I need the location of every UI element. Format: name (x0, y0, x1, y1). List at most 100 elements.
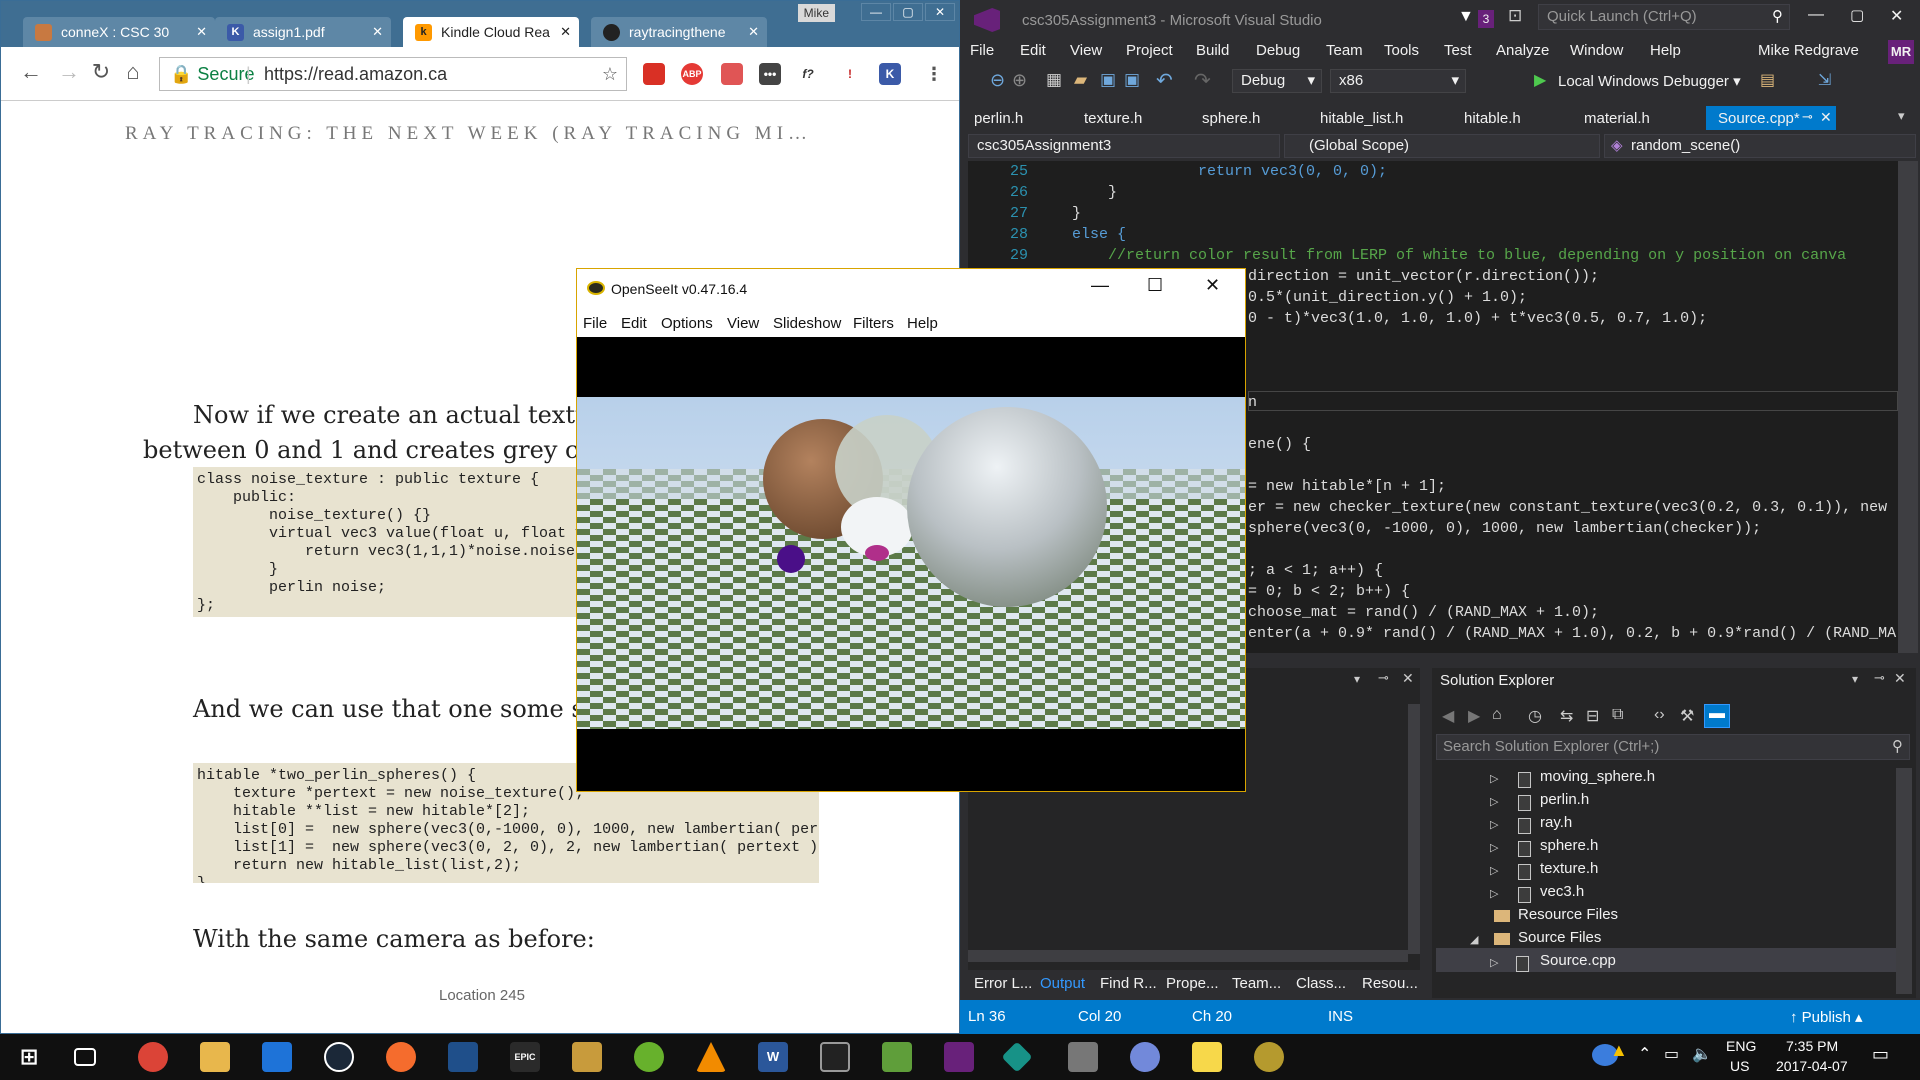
abp-icon[interactable]: ABP (681, 63, 703, 85)
tree-item[interactable]: Source Files (1518, 929, 1601, 946)
tab-texture[interactable]: texture.h (1084, 110, 1142, 127)
word-icon[interactable]: W (758, 1042, 788, 1072)
profile-button[interactable]: Mike (797, 4, 835, 22)
tab-sphere[interactable]: sphere.h (1202, 110, 1260, 127)
close-icon[interactable]: ✕ (1820, 109, 1832, 126)
preview-icon[interactable]: ▬ (1704, 704, 1730, 728)
play-icon[interactable]: ▶ (1534, 70, 1546, 90)
menu-build[interactable]: Build (1196, 42, 1229, 59)
tab-output[interactable]: Output (1040, 975, 1085, 992)
collapse-arrow-icon[interactable]: ▷ (1490, 795, 1498, 808)
expand-arrow-icon[interactable]: ◢ (1470, 933, 1478, 946)
pin-icon[interactable]: ⊸ (1874, 670, 1885, 686)
collapse-arrow-icon[interactable]: ▷ (1490, 887, 1498, 900)
reload-icon[interactable]: ↻ (89, 59, 113, 85)
alert-icon[interactable]: ! (839, 63, 861, 85)
menu-options[interactable]: Options (661, 315, 713, 332)
tree-item[interactable]: texture.h (1540, 860, 1598, 877)
minimize-icon[interactable]: — (1808, 6, 1824, 24)
minimize-icon[interactable]: — (1091, 275, 1109, 296)
avatar[interactable]: MR (1888, 40, 1914, 64)
notification-badge[interactable]: 3 (1478, 10, 1494, 28)
collapse-arrow-icon[interactable]: ▷ (1490, 956, 1498, 969)
forward-icon[interactable]: ⊕ (1012, 70, 1027, 91)
chrome-icon[interactable] (138, 1042, 168, 1072)
home-icon[interactable]: ⌂ (121, 59, 145, 85)
member-dropdown[interactable]: ◈ random_scene() (1604, 134, 1916, 158)
warning-icon[interactable]: ▲ (1610, 1040, 1628, 1061)
k-icon[interactable]: K (879, 63, 901, 85)
tab-assign1[interactable]: K assign1.pdf ✕ (215, 17, 391, 47)
toolbar-extra-icon[interactable]: ⇲ (1818, 70, 1831, 90)
editor-scrollbar[interactable] (1898, 161, 1918, 653)
menu-help[interactable]: Help (1650, 42, 1681, 59)
sync-icon[interactable]: ⇆ (1560, 706, 1573, 726)
terminal-icon[interactable] (820, 1042, 850, 1072)
language-top[interactable]: ENG (1726, 1038, 1756, 1054)
home-icon[interactable]: ⌂ (1492, 706, 1502, 724)
windows-icon[interactable]: ⊞ (14, 1042, 44, 1072)
sticky-notes-icon[interactable] (1192, 1042, 1222, 1072)
close-icon[interactable]: ✕ (1205, 275, 1220, 296)
menu-file[interactable]: File (970, 42, 994, 59)
code-icon[interactable]: ‹› (1654, 706, 1665, 724)
notification-center-icon[interactable]: ▭ (1872, 1044, 1889, 1065)
save-icon[interactable]: ▣ (1100, 70, 1116, 90)
tab-overflow-icon[interactable]: ▾ (1898, 108, 1905, 124)
menu-debug[interactable]: Debug (1256, 42, 1300, 59)
config-dropdown[interactable]: Debug ▾ (1232, 69, 1322, 93)
maximize-icon[interactable]: ☐ (1147, 275, 1163, 296)
menu-help[interactable]: Help (907, 315, 938, 332)
solution-search-input[interactable]: Search Solution Explorer (Ctrl+;) ⚲ (1436, 734, 1910, 760)
collapse-arrow-icon[interactable]: ▷ (1490, 772, 1498, 785)
output-hscrollbar[interactable] (968, 950, 1408, 962)
properties-icon[interactable]: ⚒ (1680, 706, 1694, 726)
network-icon[interactable]: ▭ (1664, 1044, 1679, 1064)
menu-window[interactable]: Window (1570, 42, 1623, 59)
tree-item[interactable]: Resource Files (1518, 906, 1618, 923)
back-icon[interactable]: ← (19, 59, 43, 85)
steam-icon[interactable] (324, 1042, 354, 1072)
menu-test[interactable]: Test (1444, 42, 1472, 59)
project-dropdown[interactable]: csc305Assignment3 (968, 134, 1280, 158)
forward-icon[interactable]: → (57, 59, 81, 85)
platform-dropdown[interactable]: x86 ▾ (1330, 69, 1466, 93)
gitkraken-icon[interactable] (1001, 1041, 1033, 1073)
tab-close-icon[interactable]: ✕ (748, 17, 759, 47)
menu-slideshow[interactable]: Slideshow (773, 315, 841, 332)
more-icon[interactable]: ••• (759, 63, 781, 85)
history-icon[interactable]: ◷ (1528, 706, 1542, 726)
user-name[interactable]: Mike Redgrave (1758, 42, 1859, 59)
ocam-icon[interactable] (1254, 1042, 1284, 1072)
new-project-icon[interactable]: ▦ (1046, 70, 1062, 90)
tab-class-view[interactable]: Class... (1296, 975, 1346, 992)
debugger-button[interactable]: Local Windows Debugger ▾ (1558, 72, 1741, 90)
dropdown-icon[interactable]: ▾ (1852, 672, 1858, 686)
publish-button[interactable]: ↑ Publish ▴ (1790, 1008, 1863, 1026)
tab-resource-view[interactable]: Resou... (1362, 975, 1418, 992)
tab-find-results[interactable]: Find R... (1100, 975, 1157, 992)
vs-code-icon[interactable] (448, 1042, 478, 1072)
discord-icon[interactable] (1130, 1042, 1160, 1072)
tab-connex[interactable]: conneX : CSC 30 ✕ (23, 17, 215, 47)
tab-properties[interactable]: Prope... (1166, 975, 1219, 992)
image-viewer-icon[interactable] (882, 1042, 912, 1072)
pin-icon[interactable]: ⊸ (1378, 670, 1389, 686)
tree-item[interactable]: ray.h (1540, 814, 1572, 831)
epic-games-icon[interactable]: EPIC (510, 1042, 540, 1072)
maximize-icon[interactable]: ▢ (1850, 6, 1864, 24)
bookmark-star-icon[interactable]: ☆ (602, 58, 618, 90)
collapse-arrow-icon[interactable]: ▷ (1490, 864, 1498, 877)
tree-item[interactable]: perlin.h (1540, 791, 1589, 808)
save-all-icon[interactable]: ▣ (1124, 70, 1140, 90)
undo-icon[interactable]: ↶ (1156, 68, 1173, 93)
close-icon[interactable]: ✕ (925, 3, 955, 21)
tree-item[interactable]: vec3.h (1540, 883, 1584, 900)
scope-dropdown[interactable]: (Global Scope) (1284, 134, 1600, 158)
dropdown-icon[interactable]: ▾ (1354, 672, 1360, 686)
tree-item[interactable]: moving_sphere.h (1540, 768, 1655, 785)
openseeit-icon[interactable] (1068, 1042, 1098, 1072)
maximize-icon[interactable]: ▢ (893, 3, 923, 21)
menu-icon[interactable]: ⋮ (923, 63, 945, 85)
origin-icon[interactable] (386, 1042, 416, 1072)
